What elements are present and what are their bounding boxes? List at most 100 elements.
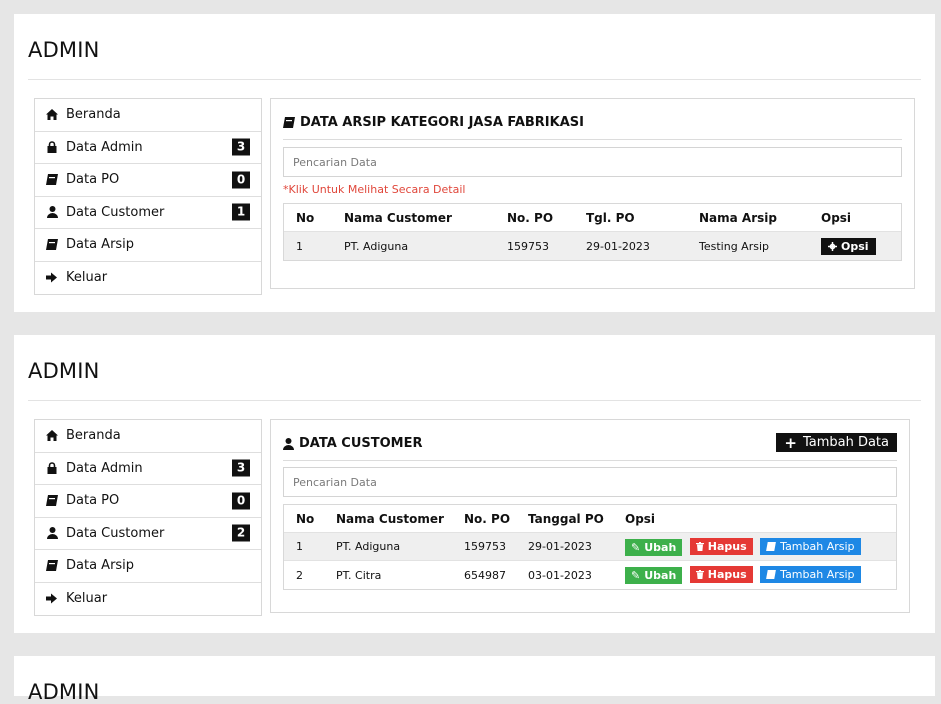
delete-label: Hapus: [707, 568, 747, 581]
sidebar-item-data-po[interactable]: Data PO 0: [35, 485, 261, 518]
sidebar: Beranda Data Admin 3 Data PO 0 Data Cust…: [34, 98, 262, 295]
page-title: ADMIN: [28, 359, 100, 383]
cell-tgl-po: 29-01-2023: [586, 239, 650, 253]
sidebar-item-data-admin[interactable]: Data Admin 3: [35, 453, 261, 485]
sidebar-item-label: Data PO: [66, 172, 120, 188]
home-icon: [46, 109, 58, 121]
sidebar-item-label: Keluar: [66, 591, 108, 607]
delete-label: Hapus: [707, 539, 747, 553]
cell-no: 1: [296, 239, 303, 253]
delete-button[interactable]: Hapus: [689, 537, 753, 555]
book-icon: [283, 117, 295, 128]
admin-panel-arsip: ADMIN Beranda Data Admin 3 Data PO 0 Dat…: [14, 14, 935, 312]
sidebar-item-keluar[interactable]: Keluar: [35, 583, 261, 616]
book-icon: [46, 495, 58, 507]
cell-nama-arsip: Testing Arsip: [699, 239, 769, 253]
count-badge: 0: [232, 492, 250, 510]
sidebar-item-label: Data Arsip: [66, 237, 135, 253]
col-header-opsi: Opsi: [821, 210, 852, 225]
col-header-no: No: [296, 511, 315, 526]
sidebar-item-label: Keluar: [66, 270, 108, 286]
count-badge: 2: [232, 524, 250, 542]
sidebar-item-label: Data PO: [66, 493, 120, 509]
sidebar-item-label: Beranda: [66, 107, 121, 123]
sidebar-item-data-arsip[interactable]: Data Arsip: [35, 229, 261, 262]
add-archive-button[interactable]: Tambah Arsip: [760, 566, 861, 583]
cell-nama-customer: PT. Adiguna: [344, 239, 409, 253]
sidebar-item-beranda[interactable]: Beranda: [35, 99, 261, 132]
cell-no-po: 654987: [464, 568, 506, 582]
cell-opsi: ✎ Ubah Hapus Tambah Arsip: [613, 537, 865, 556]
count-badge: 0: [232, 171, 250, 189]
cell-nama-customer: PT. Adiguna: [336, 540, 401, 553]
sidebar-item-label: Beranda: [66, 428, 121, 444]
customer-table: No Nama Customer No. PO Tanggal PO Opsi …: [283, 504, 897, 590]
cell-no: 1: [296, 540, 303, 553]
col-header-tanggal-po: Tanggal PO: [528, 511, 604, 526]
count-badge: 3: [232, 459, 250, 477]
sidebar: Beranda Data Admin 3 Data PO 0 Data Cust…: [34, 419, 262, 616]
sidebar-item-keluar[interactable]: Keluar: [35, 262, 261, 295]
edit-button[interactable]: ✎ Ubah: [625, 567, 683, 584]
table-row[interactable]: 1 PT. Adiguna 159753 29-01-2023 ✎ Ubah Ha…: [284, 533, 896, 561]
content-divider: [283, 460, 897, 461]
sidebar-item-data-admin[interactable]: Data Admin 3: [35, 132, 261, 164]
sidebar-item-beranda[interactable]: Beranda: [35, 420, 261, 453]
admin-panel-partial: ADMIN: [14, 656, 935, 704]
book-icon: [766, 570, 777, 579]
trash-icon: [695, 570, 704, 579]
page-title: ADMIN: [28, 680, 100, 704]
search-input[interactable]: [283, 147, 902, 177]
content-title: DATA CUSTOMER: [283, 436, 423, 451]
gear-icon: [828, 241, 837, 251]
lock-icon: [46, 141, 58, 154]
table-header-row: No Nama Customer No. PO Tanggal PO Opsi: [284, 505, 896, 533]
title-divider: [28, 400, 921, 401]
content-card: DATA CUSTOMER + Tambah Data No Nama Cust…: [270, 419, 910, 613]
page-title: ADMIN: [28, 38, 100, 62]
user-icon: [46, 527, 58, 540]
logout-icon: [46, 593, 58, 605]
table-row[interactable]: 2 PT. Citra 654987 03-01-2023 ✎ Ubah Hapu…: [284, 561, 896, 589]
add-data-button[interactable]: + Tambah Data: [776, 433, 897, 452]
book-icon: [46, 239, 58, 251]
table-row[interactable]: 1 PT. Adiguna 159753 29-01-2023 Testing …: [284, 232, 901, 260]
edit-button[interactable]: ✎ Ubah: [625, 538, 683, 556]
cell-no-po: 159753: [464, 540, 506, 553]
opsi-button[interactable]: Opsi: [821, 237, 876, 255]
add-archive-button[interactable]: Tambah Arsip: [760, 537, 861, 555]
archive-table: No Nama Customer No. PO Tgl. PO Nama Ars…: [283, 203, 902, 261]
col-header-no-po: No. PO: [464, 511, 511, 526]
opsi-button-label: Opsi: [841, 239, 869, 253]
edit-label: Ubah: [644, 569, 677, 582]
title-divider: [28, 79, 921, 80]
col-header-nama-customer: Nama Customer: [344, 210, 452, 225]
book-icon: [766, 541, 777, 551]
delete-button[interactable]: Hapus: [689, 566, 753, 583]
cell-tanggal-po: 03-01-2023: [528, 568, 592, 582]
sidebar-item-data-po[interactable]: Data PO 0: [35, 164, 261, 197]
cell-opsi: Opsi: [809, 237, 876, 255]
sidebar-item-label: Data Customer: [66, 525, 165, 541]
sidebar-item-data-customer[interactable]: Data Customer 1: [35, 197, 261, 229]
add-data-label: Tambah Data: [802, 435, 889, 450]
sidebar-item-label: Data Arsip: [66, 558, 135, 574]
sidebar-item-data-customer[interactable]: Data Customer 2: [35, 518, 261, 550]
detail-hint: *Klik Untuk Melihat Secara Detail: [283, 183, 466, 196]
table-header-row: No Nama Customer No. PO Tgl. PO Nama Ars…: [284, 204, 901, 232]
search-input[interactable]: [283, 467, 897, 497]
cell-nama-customer: PT. Citra: [336, 568, 382, 582]
cell-no: 2: [296, 568, 303, 582]
add-archive-label: Tambah Arsip: [780, 539, 855, 553]
col-header-opsi: Opsi: [625, 511, 656, 526]
sidebar-item-data-arsip[interactable]: Data Arsip: [35, 550, 261, 583]
content-title-text: DATA CUSTOMER: [299, 436, 423, 451]
home-icon: [46, 430, 58, 442]
cell-no-po: 159753: [507, 239, 549, 253]
user-icon: [46, 206, 58, 219]
col-header-nama-customer: Nama Customer: [336, 511, 444, 526]
trash-icon: [695, 541, 704, 551]
edit-icon: ✎: [631, 569, 641, 582]
logout-icon: [46, 272, 58, 284]
col-header-no-po: No. PO: [507, 210, 554, 225]
